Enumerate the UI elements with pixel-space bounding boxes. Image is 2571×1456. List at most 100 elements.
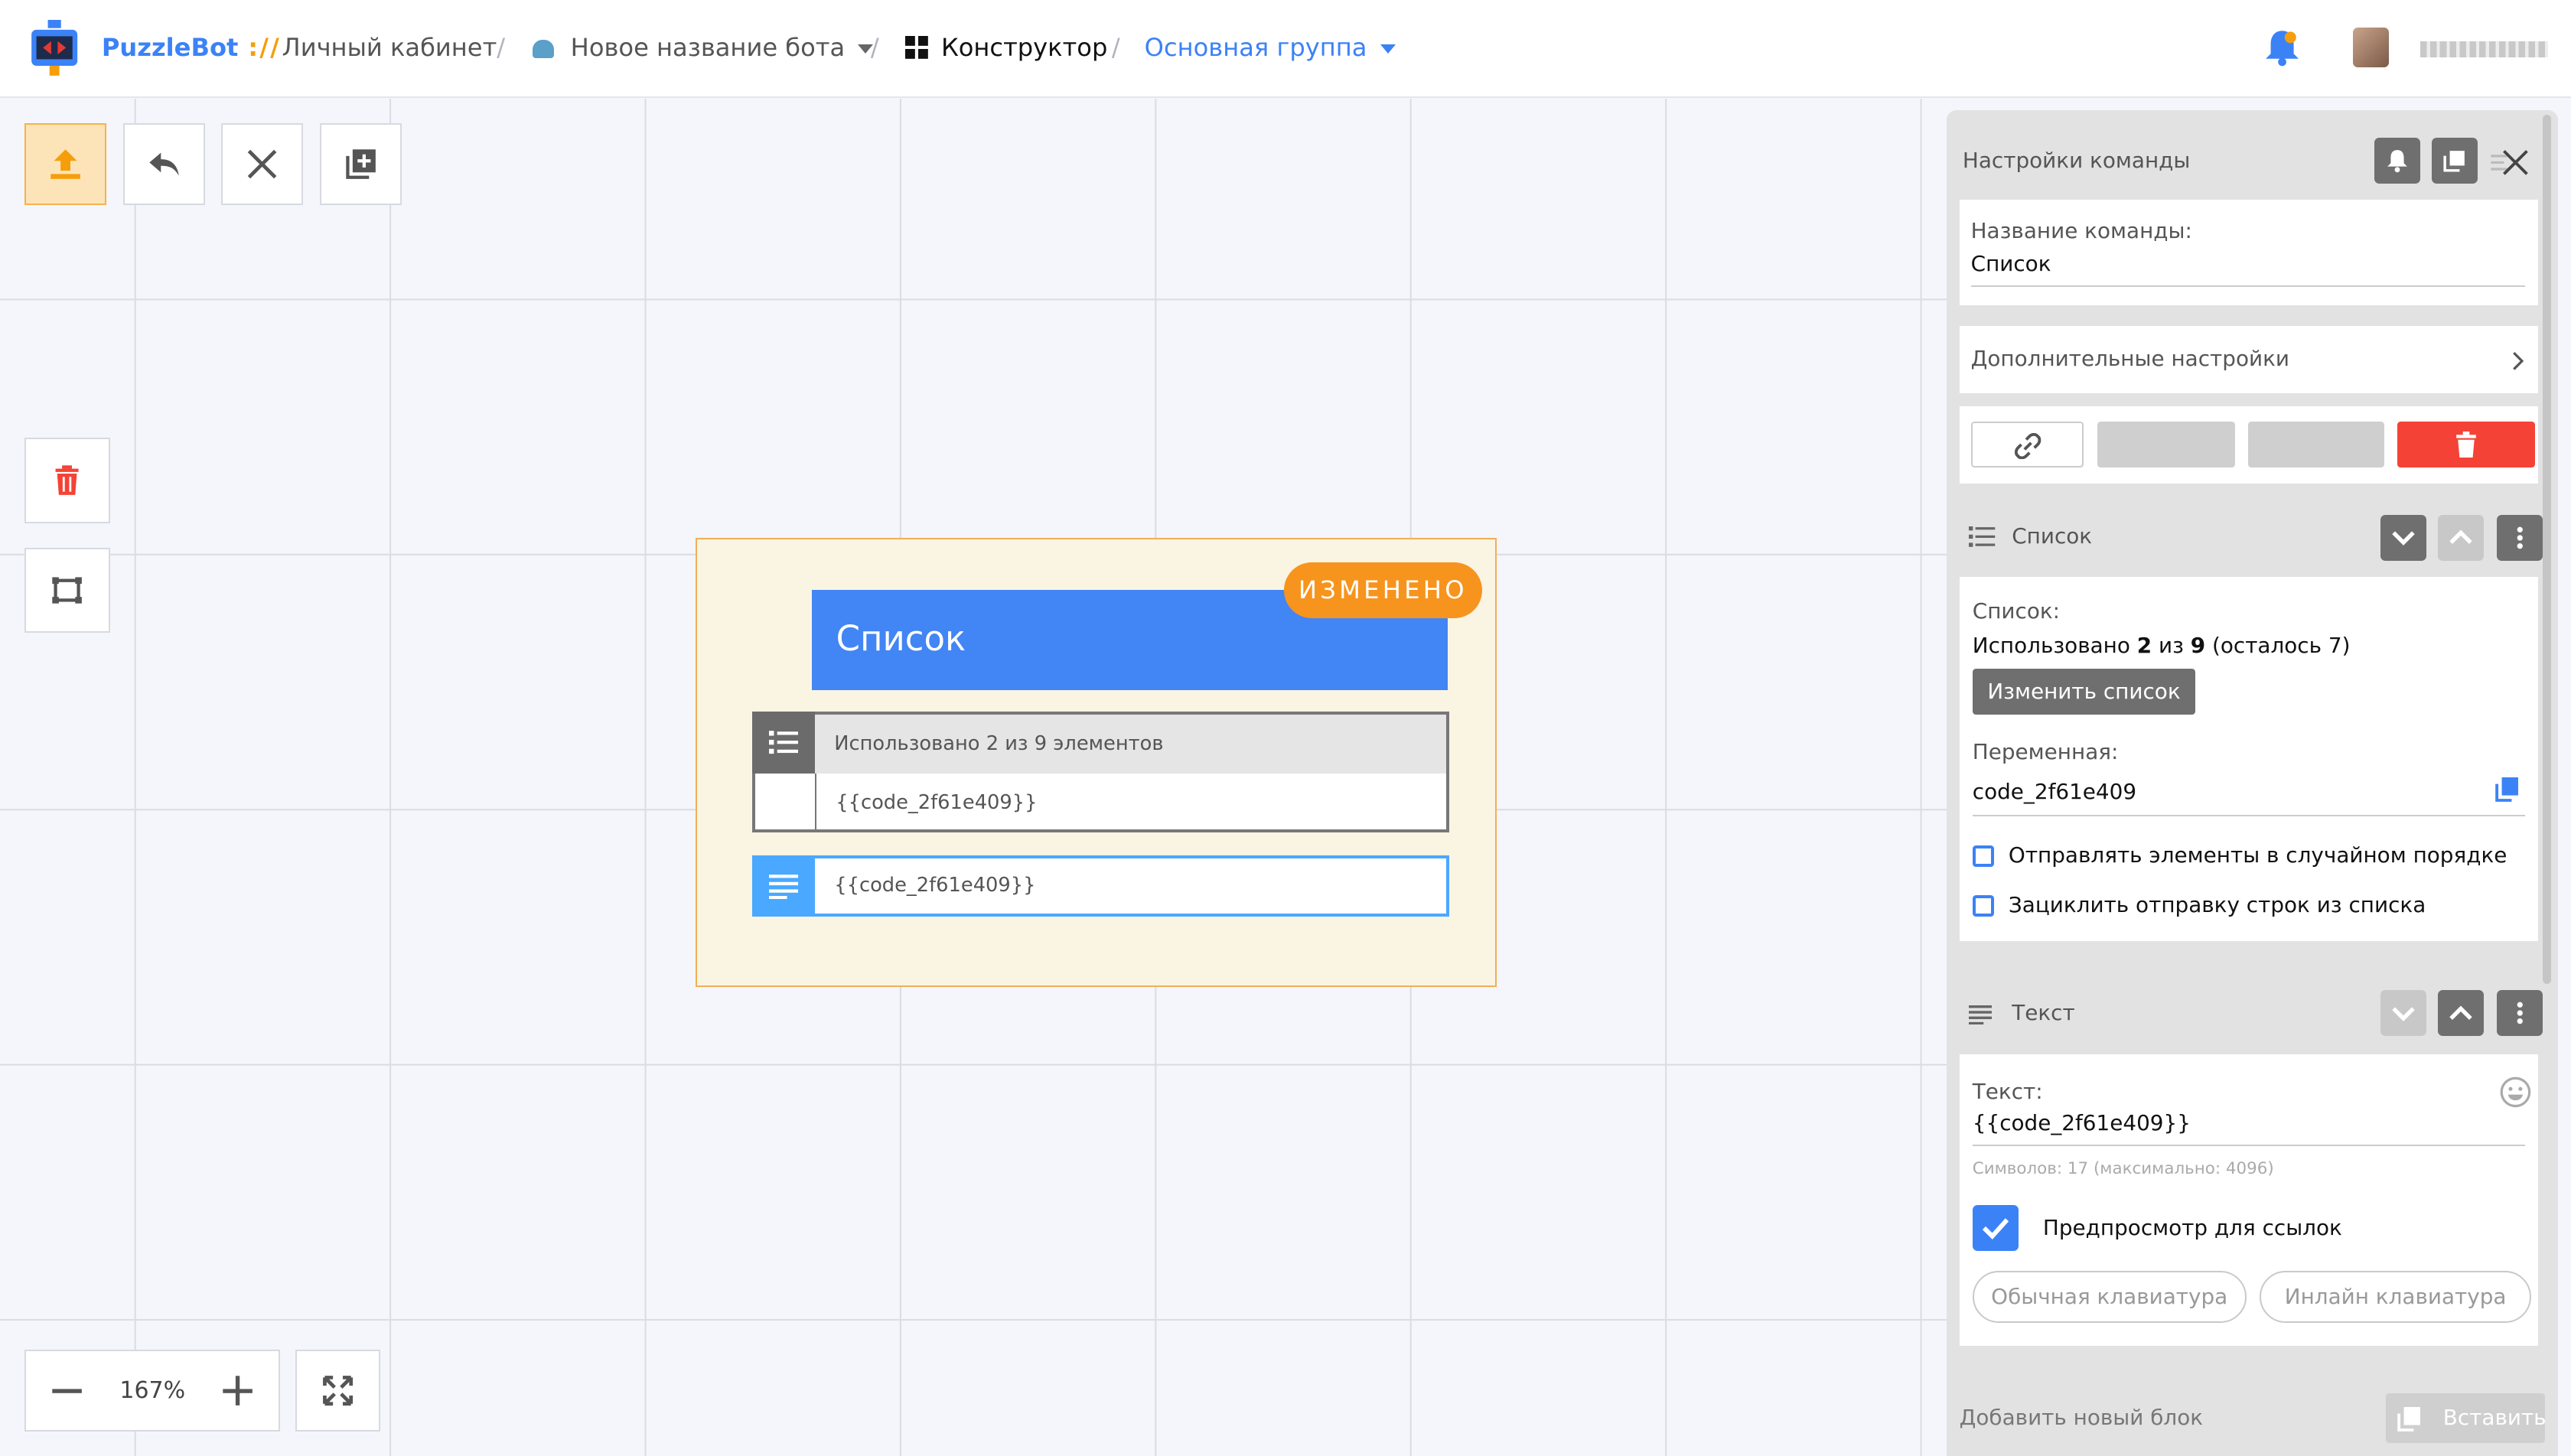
check-icon	[1982, 1218, 2009, 1239]
list-icon	[1969, 526, 1996, 547]
element-menu-button[interactable]	[2497, 990, 2543, 1037]
zoom-in-icon[interactable]	[220, 1373, 256, 1409]
publish-button[interactable]	[24, 122, 107, 205]
grid-icon	[904, 36, 928, 60]
advanced-settings-row[interactable]: Дополнительные настройки	[1959, 326, 2539, 394]
breadcrumb-cabinet[interactable]: Личный кабинет	[282, 33, 497, 62]
list-label: Список:	[1972, 598, 2061, 624]
link-preview-label: Предпросмотр для ссылок	[2042, 1214, 2342, 1240]
bell-icon	[2387, 150, 2407, 173]
chevron-down-icon[interactable]	[1380, 44, 1396, 54]
loop-send-option[interactable]: Зациклить отправку строк из списка	[1972, 891, 2426, 917]
add-block-icon	[346, 148, 376, 179]
move-up-button[interactable]	[2438, 514, 2485, 561]
chevron-up-icon	[2449, 529, 2473, 545]
user-name-blurred[interactable]	[2419, 41, 2548, 57]
zoom-out-icon[interactable]	[49, 1373, 85, 1409]
random-order-label: Отправлять элементы в случайном порядке	[2008, 842, 2507, 868]
close-icon[interactable]	[2488, 146, 2530, 179]
bot-name[interactable]: Новое название бота	[571, 33, 846, 62]
modified-badge: ИЗМЕНЕНО	[1283, 562, 1483, 618]
used-total: 9	[2190, 633, 2206, 659]
used-of: из	[2152, 633, 2191, 659]
list-element[interactable]: Использовано 2 из 9 элементов {{code_2f6…	[752, 711, 1450, 833]
brand-text[interactable]: PuzzleBot	[102, 33, 239, 62]
used-prefix: Использовано	[1972, 633, 2137, 659]
panel-scrollbar[interactable]	[2543, 114, 2552, 984]
top-header: PuzzleBot:// Личный кабинет / Новое назв…	[0, 0, 2571, 99]
fit-selection-button[interactable]	[24, 547, 110, 634]
text-label: Текст:	[1972, 1078, 2043, 1104]
app-root: PuzzleBot:// Личный кабинет / Новое назв…	[0, 0, 2571, 1456]
input-underline	[1970, 285, 2525, 287]
text-element[interactable]: {{code_2f61e409}}	[752, 855, 1450, 917]
text-input[interactable]: {{code_2f61e409}}	[1973, 1110, 2191, 1135]
text-align-icon	[752, 855, 815, 917]
user-avatar[interactable]	[2352, 28, 2390, 67]
random-order-checkbox[interactable]	[1972, 845, 1994, 868]
used-remaining: (осталось 7)	[2205, 633, 2351, 659]
breadcrumb-group[interactable]: Основная группа	[1145, 33, 1396, 62]
link-icon	[2015, 432, 2041, 459]
input-underline	[1972, 814, 2525, 817]
expand-icon	[322, 1375, 353, 1406]
breadcrumb-divider: /	[497, 32, 506, 62]
emoji-icon[interactable]	[2499, 1076, 2532, 1109]
trash-icon	[2455, 431, 2476, 458]
move-down-button[interactable]	[2380, 514, 2427, 561]
loop-send-label: Зациклить отправку строк из списка	[2008, 891, 2426, 917]
undo-icon	[148, 152, 179, 176]
char-counter: Символов: 17 (максимально: 4096)	[1972, 1158, 2274, 1178]
chevron-down-icon	[2392, 531, 2416, 546]
cancel-button[interactable]	[221, 122, 304, 205]
breadcrumb-constructor[interactable]: Конструктор	[904, 33, 1107, 62]
inline-keyboard-button[interactable]: Инлайн клавиатура	[2259, 1270, 2532, 1324]
list-summary: Использовано 2 из 9 элементов	[814, 714, 1447, 774]
link-preview-checkbox[interactable]	[1972, 1204, 2019, 1251]
copy-command-button[interactable]	[2431, 137, 2478, 184]
variable-input[interactable]: code_2f61e409	[1973, 779, 2136, 804]
paste-label: Вставить	[2442, 1405, 2547, 1431]
action-button[interactable]	[2247, 421, 2384, 467]
paste-icon	[2397, 1406, 2420, 1432]
link-button[interactable]	[1970, 421, 2084, 467]
list-icon	[752, 711, 815, 774]
random-order-option[interactable]: Отправлять элементы в случайном порядке	[1972, 842, 2507, 868]
text-align-icon	[1969, 1005, 1993, 1024]
fullscreen-button[interactable]	[295, 1349, 381, 1432]
add-block-button[interactable]	[319, 122, 402, 205]
normal-keyboard-button[interactable]: Обычная клавиатура	[1972, 1270, 2247, 1324]
close-icon	[248, 149, 277, 179]
input-underline	[1972, 1144, 2525, 1146]
action-button[interactable]	[2097, 421, 2235, 467]
notify-button[interactable]	[2374, 137, 2420, 184]
breadcrumb-divider: /	[870, 32, 879, 62]
group-name[interactable]: Основная группа	[1145, 33, 1367, 62]
element-menu-button[interactable]	[2497, 514, 2543, 561]
command-name-card: Название команды: Список	[1959, 200, 2539, 305]
chevron-up-icon	[2449, 1005, 2473, 1020]
command-name-input[interactable]: Список	[1971, 251, 2051, 276]
more-vertical-icon	[2517, 1002, 2524, 1024]
command-block[interactable]: Список ИЗМЕНЕНО Использовано 2 из 9 элем…	[695, 537, 1497, 987]
loop-send-checkbox[interactable]	[1972, 894, 1994, 917]
puzzlebot-logo-icon[interactable]	[30, 19, 79, 76]
more-vertical-icon	[2517, 526, 2524, 549]
change-list-button[interactable]: Изменить список	[1972, 669, 2196, 715]
delete-button[interactable]	[24, 438, 110, 523]
delete-command-button[interactable]	[2397, 421, 2535, 467]
command-settings-panel: Настройки команды Название команды: Спис…	[1946, 109, 2558, 1456]
brand-name[interactable]: PuzzleBot://	[102, 33, 281, 62]
zoom-control: 167%	[24, 1349, 281, 1432]
breadcrumb-bot[interactable]: Новое название бота	[533, 33, 874, 62]
paste-button[interactable]: Вставить	[2385, 1393, 2547, 1443]
move-up-button[interactable]	[2438, 990, 2485, 1037]
move-down-button[interactable]	[2380, 990, 2427, 1037]
undo-button[interactable]	[122, 122, 205, 205]
list-settings-card: Список: Использовано 2 из 9 (осталось 7)…	[1959, 577, 2539, 941]
bell-icon[interactable]	[2264, 28, 2300, 67]
chevron-down-icon	[2392, 1006, 2416, 1021]
copy-icon[interactable]	[2495, 777, 2519, 802]
advanced-settings-label: Дополнительные настройки	[1970, 346, 2289, 372]
panel-title: Настройки команды	[1962, 147, 2191, 173]
